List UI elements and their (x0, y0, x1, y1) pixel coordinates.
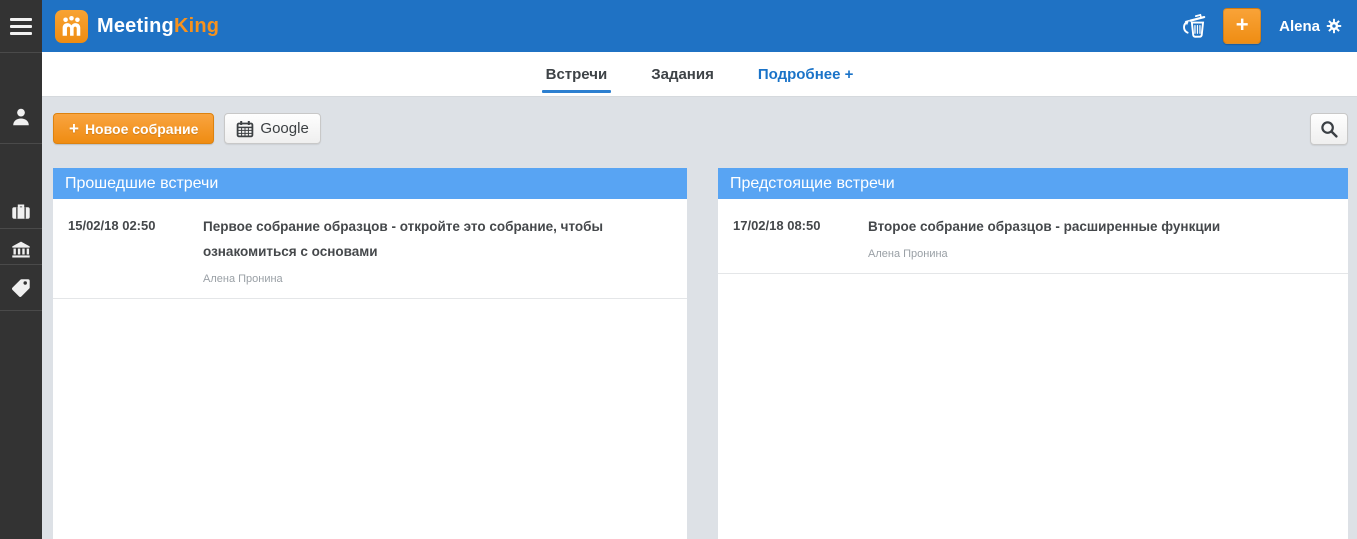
tab-more[interactable]: Подробнее + (754, 52, 858, 96)
meeting-organizer: Алена Пронина (203, 273, 283, 285)
tab-tasks[interactable]: Задания (647, 52, 718, 96)
upcoming-meetings-header: Предстоящие встречи (718, 168, 1348, 199)
tab-bar: Встречи Задания Подробнее + (42, 52, 1357, 97)
user-name: Alena (1279, 17, 1320, 35)
google-calendar-button[interactable]: Google (224, 113, 321, 144)
sidebar-divider (0, 310, 42, 311)
toolbar: + Новое собрание Google (53, 112, 1348, 145)
gear-icon (1326, 18, 1342, 34)
briefcase-icon[interactable] (10, 199, 32, 221)
sidebar-divider (0, 52, 42, 53)
meeting-datetime: 15/02/18 02:50 (68, 218, 156, 233)
meeting-datetime: 17/02/18 08:50 (733, 218, 821, 233)
meeting-title: Второе собрание образцов - расширенные ф… (868, 219, 1221, 234)
meeting-info: Второе собрание образцов - расширенные ф… (868, 216, 1333, 260)
new-meeting-button[interactable]: + Новое собрание (53, 113, 215, 144)
search-button[interactable] (1310, 112, 1348, 145)
brand-name-king: King (173, 14, 220, 37)
user-icon[interactable] (10, 106, 32, 128)
past-meetings-panel: Прошедшие встречи 15/02/18 02:50 Первое … (53, 168, 687, 539)
new-meeting-label: Новое собрание (84, 120, 199, 137)
panels-row: Прошедшие встречи 15/02/18 02:50 Первое … (53, 168, 1348, 539)
meeting-organizer: Алена Пронина (868, 248, 948, 260)
top-header: MeetingKing + Alena (42, 0, 1357, 52)
sidebar-divider (0, 143, 42, 144)
brand-name-meeting: Meeting (97, 14, 174, 37)
meetingking-logo-icon (55, 9, 88, 43)
sidebar-divider (0, 264, 42, 265)
bank-icon[interactable] (10, 238, 32, 260)
menu-icon[interactable] (0, 0, 42, 52)
meeting-row[interactable]: 15/02/18 02:50 Первое собрание образцов … (53, 199, 687, 299)
meeting-info: Первое собрание образцов - откройте это … (203, 216, 672, 285)
plus-icon: + (69, 118, 79, 138)
app-logo[interactable]: MeetingKing (55, 9, 219, 43)
calendar-icon (236, 120, 254, 138)
tab-meetings[interactable]: Встречи (541, 52, 612, 96)
meeting-row[interactable]: 17/02/18 08:50 Второе собрание образцов … (718, 199, 1348, 274)
left-sidebar (0, 0, 42, 539)
past-meetings-header: Прошедшие встречи (53, 168, 687, 199)
sidebar-divider (0, 228, 42, 229)
tag-icon[interactable] (10, 277, 32, 299)
user-menu[interactable]: Alena (1279, 18, 1342, 35)
meeting-title: Первое собрание образцов - откройте это … (203, 219, 604, 259)
main-content: + Новое собрание Google Прошедшие встреч… (42, 97, 1357, 539)
header-actions: + Alena (1177, 8, 1357, 44)
google-button-label: Google (260, 120, 309, 137)
brand-name: MeetingKing (97, 15, 219, 38)
add-meeting-button[interactable]: + (1223, 8, 1262, 44)
upcoming-meetings-panel: Предстоящие встречи 17/02/18 08:50 Второ… (718, 168, 1348, 539)
search-icon (1320, 120, 1338, 138)
trash-restore-icon[interactable] (1177, 9, 1211, 43)
